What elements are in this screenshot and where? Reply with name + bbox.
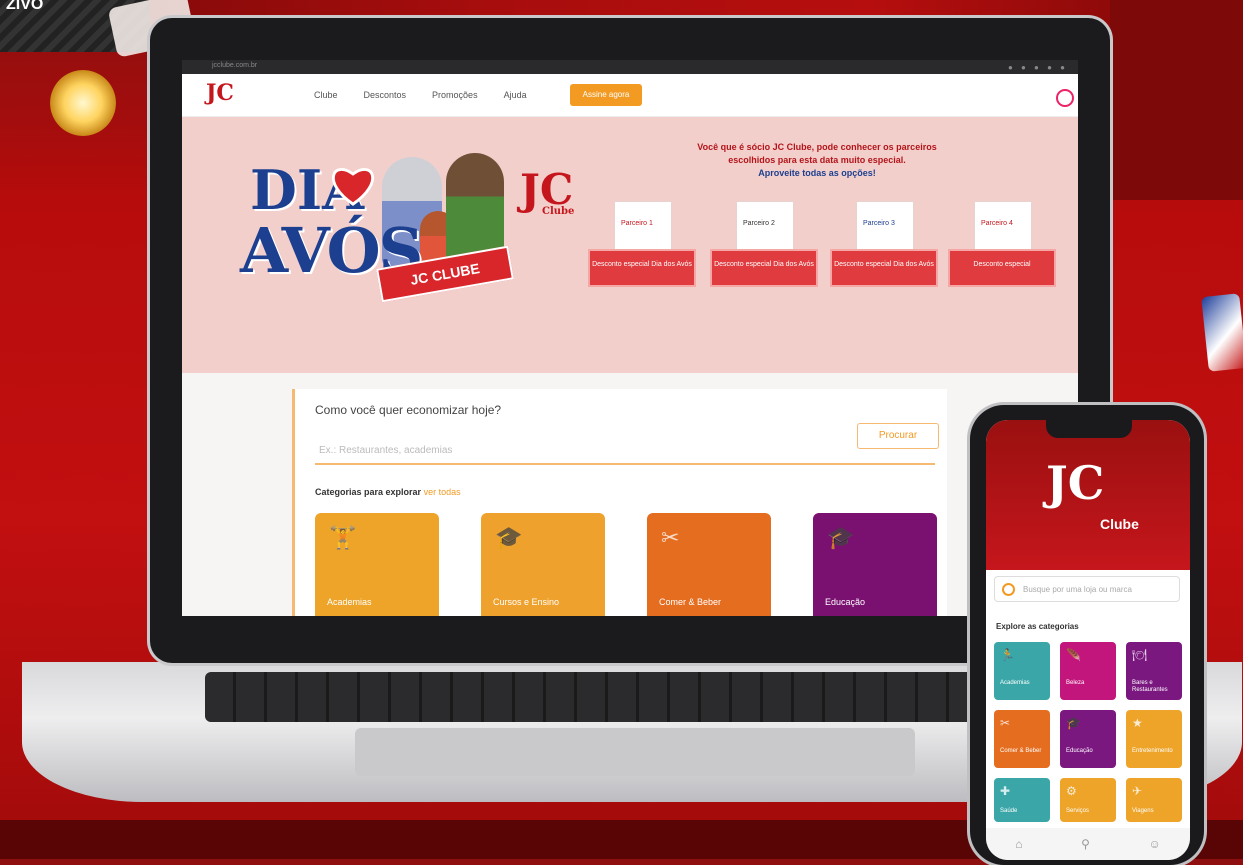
- category-icon: ⚙: [1066, 784, 1077, 798]
- category-tile[interactable]: 🏋 Academias: [315, 513, 439, 616]
- category-tile[interactable]: 🎓 Cursos e Ensino: [481, 513, 605, 616]
- flag-decoration: [1201, 293, 1243, 372]
- phone-screen: JC Clube Busque por uma loja ou marca Ex…: [986, 420, 1190, 860]
- home-icon[interactable]: ⌂: [1015, 837, 1022, 851]
- phone-bottom-nav: ⌂ ⚲ ☺: [986, 828, 1190, 860]
- nav-item-descontos[interactable]: Descontos: [364, 90, 407, 100]
- partner-card[interactable]: Parceiro 4 Desconto especial: [948, 201, 1056, 287]
- category-icon: ✂: [1000, 716, 1011, 730]
- browser-address[interactable]: jcclube.com.br: [212, 62, 257, 69]
- lamp-decoration: [50, 70, 116, 136]
- phone-notch: [1046, 420, 1132, 438]
- heart-icon: [332, 168, 374, 206]
- category-tile[interactable]: ✂ Comer & Beber: [647, 513, 771, 616]
- category-icon: ✚: [1000, 784, 1011, 798]
- phone-category-tile[interactable]: ✈ Viagens: [1126, 778, 1182, 822]
- search-input[interactable]: Ex.: Restaurantes, academias: [319, 445, 452, 456]
- site-logo[interactable]: JC: [206, 80, 234, 106]
- categories-title: Categorias para explorar ver todas: [315, 487, 461, 497]
- hero-text-link[interactable]: Aproveite todas as opções!: [652, 167, 982, 180]
- category-icon: 🎓: [1066, 716, 1081, 730]
- category-icon: 🏃: [1000, 648, 1015, 662]
- partner-logo: Parceiro 3: [856, 201, 914, 251]
- category-icon: 🪶: [1066, 648, 1081, 662]
- nav-item-ajuda[interactable]: Ajuda: [504, 90, 527, 100]
- phone-logo: JC: [1046, 456, 1105, 510]
- partner-card[interactable]: Parceiro 2 Desconto especial Dia dos Avó…: [710, 201, 818, 287]
- browser-controls[interactable]: ● ● ● ● ●: [1008, 63, 1068, 72]
- partner-card[interactable]: Parceiro 3 Desconto especial Dia dos Avó…: [830, 201, 938, 287]
- corner-card-label: ZIVO: [6, 0, 44, 13]
- hero-text-line1: Você que é sócio JC Clube, pode conhecer…: [697, 142, 937, 152]
- category-icon: ✂: [661, 525, 680, 550]
- phone-category-tile[interactable]: ⚙ Serviços: [1060, 778, 1116, 822]
- category-icon: ★: [1132, 716, 1143, 730]
- right-background-panel: [1110, 0, 1243, 200]
- phone-logo-sub: Clube: [1100, 516, 1139, 532]
- phone-category-tile[interactable]: ★ Entretenimento: [1126, 710, 1182, 768]
- laptop-keyboard: [205, 672, 1045, 722]
- category-label: Comer & Beber: [659, 597, 722, 607]
- partner-label: Desconto especial Dia dos Avós: [710, 249, 818, 287]
- category-icon: 🍽: [1132, 648, 1148, 662]
- phone-category-tile[interactable]: 🪶 Beleza: [1060, 642, 1116, 700]
- phone-search-input[interactable]: Busque por uma loja ou marca: [994, 576, 1180, 602]
- partner-label: Desconto especial Dia dos Avós: [830, 249, 938, 287]
- partner-logo: Parceiro 2: [736, 201, 794, 251]
- phone-category-tile[interactable]: ✚ Saúde: [994, 778, 1050, 822]
- category-label: Entretenimento: [1132, 748, 1173, 754]
- category-label: Beleza: [1066, 680, 1085, 686]
- categories-more-link[interactable]: ver todas: [424, 487, 461, 497]
- nav-item-clube[interactable]: Clube: [314, 90, 338, 100]
- phone-category-tile[interactable]: 🏃 Academias: [994, 642, 1050, 700]
- laptop-trackpad: [355, 728, 915, 776]
- laptop-screen: jcclube.com.br ● ● ● ● ● JC Clube Descon…: [182, 60, 1078, 616]
- site-header: JC Clube Descontos Promoções Ajuda Assin…: [182, 74, 1078, 117]
- phone-category-tile[interactable]: ✂ Comer & Beber: [994, 710, 1050, 768]
- partner-label: Desconto especial Dia dos Avós: [588, 249, 696, 287]
- category-label: Educação: [1066, 748, 1093, 754]
- category-label: Academias: [327, 597, 372, 607]
- hero-brand-logo: JC Clube: [520, 165, 574, 217]
- category-label: Serviços: [1066, 808, 1090, 814]
- subscribe-button[interactable]: Assine agora: [570, 84, 642, 106]
- nav-item-promocoes[interactable]: Promoções: [432, 90, 478, 100]
- hero-brand-sub: Clube: [542, 206, 575, 217]
- category-icon: 🏋: [329, 525, 357, 550]
- user-icon[interactable]: ☺: [1148, 837, 1160, 851]
- category-label: Viagens: [1132, 808, 1154, 814]
- phone-category-tile[interactable]: 🍽 Bares e Restaurantes: [1126, 642, 1182, 700]
- hero-text: Você que é sócio JC Clube, pode conhecer…: [652, 141, 982, 180]
- partner-logo: Parceiro 1: [614, 201, 672, 251]
- phone-categories-title: Explore as categorias: [996, 622, 1079, 631]
- category-label: Academias: [1000, 680, 1030, 686]
- category-icon: 🎓: [827, 525, 855, 550]
- category-label: Cursos e Ensino: [493, 597, 560, 607]
- search-underline: [315, 463, 935, 465]
- user-icon[interactable]: [1056, 89, 1074, 107]
- category-tile[interactable]: 🎓 Educação: [813, 513, 937, 616]
- category-icon: 🎓: [495, 525, 523, 550]
- partner-logo: Parceiro 4: [974, 201, 1032, 251]
- partner-label: Desconto especial: [948, 249, 1056, 287]
- category-icon: ✈: [1132, 784, 1143, 798]
- hero-text-line2: escolhidos para esta data muito especial…: [728, 155, 906, 165]
- search-card: Como você quer economizar hoje? Ex.: Res…: [292, 389, 947, 616]
- content-area: Como você quer economizar hoje? Ex.: Res…: [182, 373, 1078, 616]
- hero-banner: DIA AVÓS JC CLUBE JC Clube Você que é só…: [182, 117, 1078, 373]
- category-label: Bares e Restaurantes: [1132, 680, 1168, 693]
- categories-title-text: Categorias para explorar: [315, 487, 422, 497]
- category-label: Comer & Beber: [1000, 748, 1042, 754]
- search-button[interactable]: Procurar: [857, 423, 939, 449]
- phone-header: JC Clube: [986, 420, 1190, 570]
- search-icon[interactable]: ⚲: [1081, 837, 1090, 851]
- browser-bar: jcclube.com.br ● ● ● ● ●: [182, 60, 1078, 74]
- partner-card[interactable]: Parceiro 1 Desconto especial Dia dos Avó…: [588, 201, 696, 287]
- site-nav: Clube Descontos Promoções Ajuda: [314, 90, 527, 100]
- search-question: Como você quer economizar hoje?: [315, 403, 502, 417]
- phone-category-tile[interactable]: 🎓 Educação: [1060, 710, 1116, 768]
- category-label: Educação: [825, 597, 866, 607]
- category-label: Saúde: [1000, 808, 1018, 814]
